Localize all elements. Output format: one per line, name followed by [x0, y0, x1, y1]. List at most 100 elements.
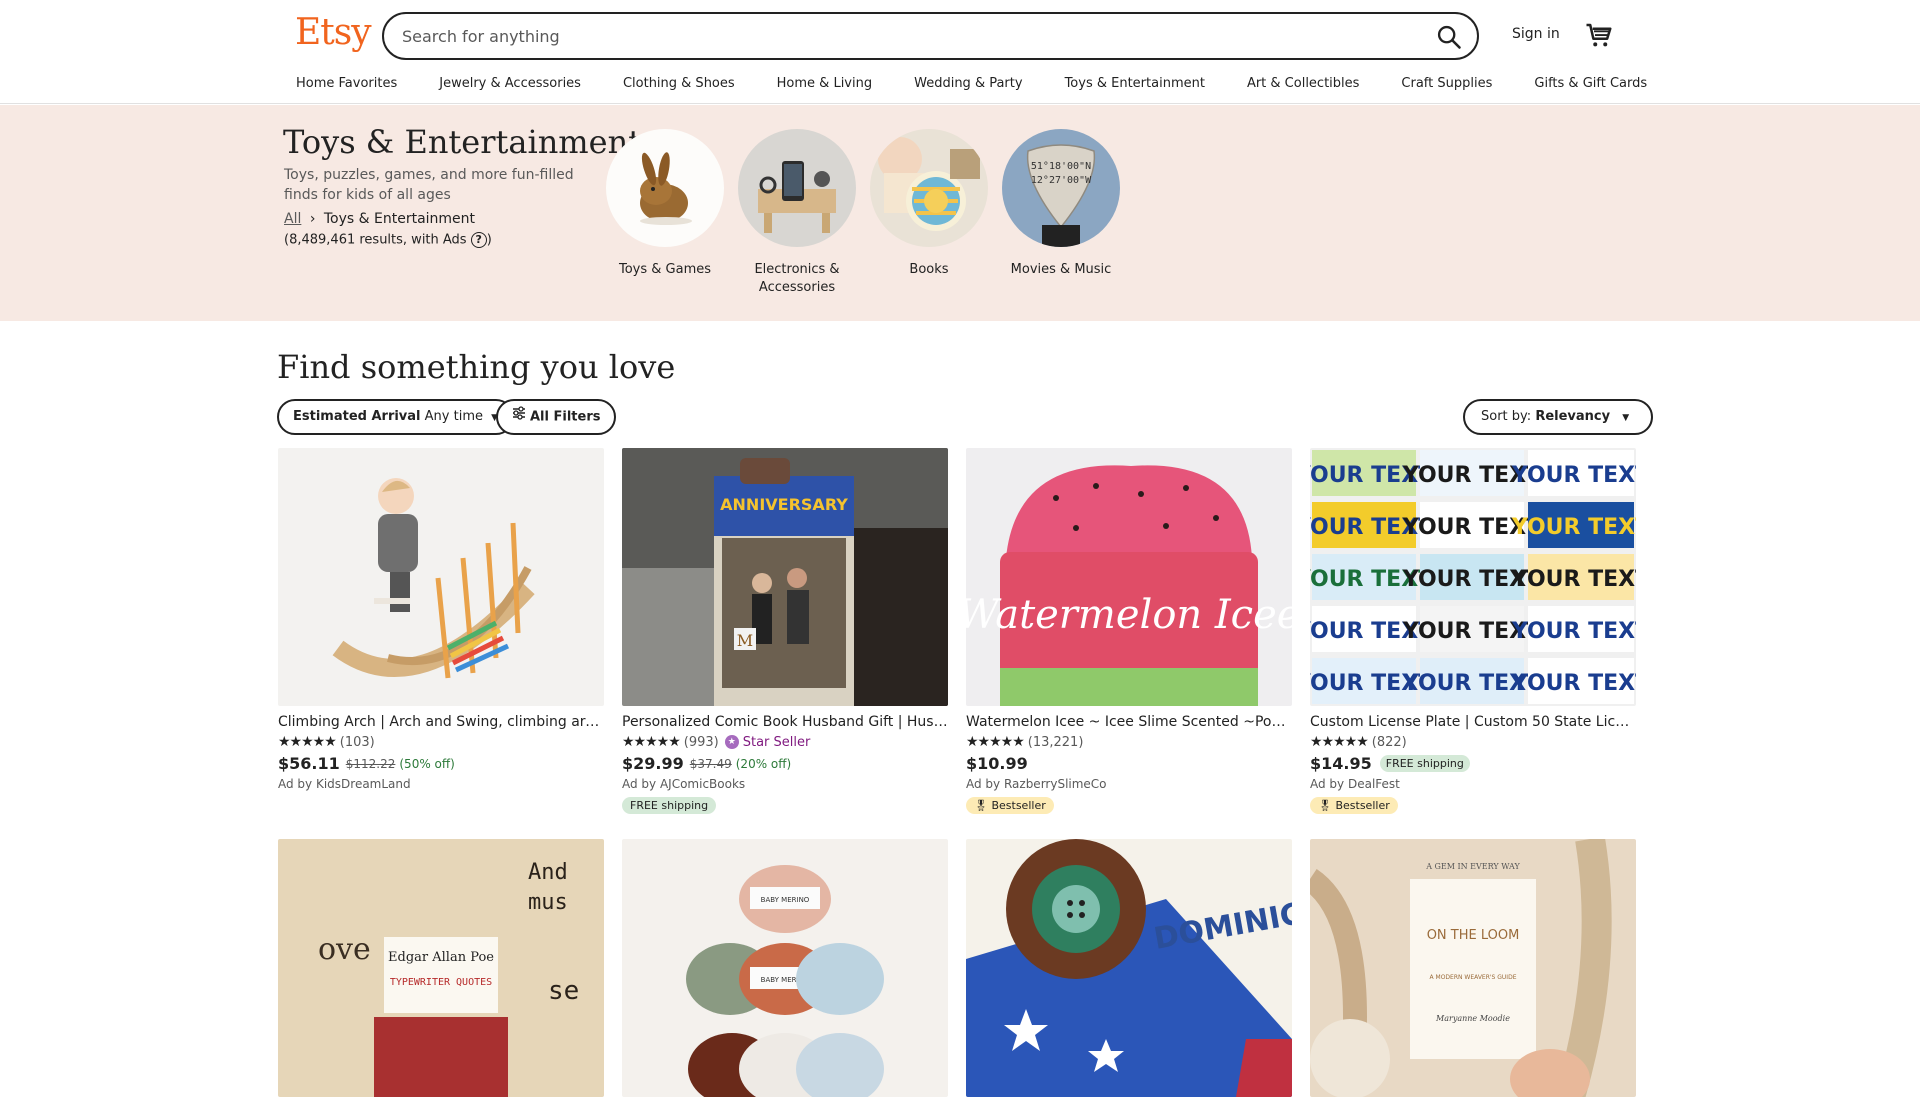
estimated-arrival-filter[interactable]: Estimated Arrival Any time ▼	[277, 399, 515, 435]
breadcrumb-all[interactable]: All	[284, 211, 301, 227]
search-icon[interactable]	[1435, 23, 1463, 51]
filter-value: Any time	[424, 409, 483, 424]
category-nav: Home Favorites Jewelry & Accessories Clo…	[296, 76, 1647, 91]
ad-by-shop[interactable]: Ad by KidsDreamLand	[278, 777, 604, 791]
site-header: Etsy Sign in Home Favorites Jewelry & Ac…	[0, 0, 1920, 104]
category-hero: Toys & Entertainment Toys, puzzles, game…	[0, 105, 1920, 321]
book-author: Maryanne Moodie	[1435, 1014, 1510, 1023]
price-row: $10.99	[966, 754, 1292, 773]
nav-jewelry[interactable]: Jewelry & Accessories	[439, 76, 581, 91]
review-count: (13,221)	[1027, 734, 1084, 750]
sort-label: Sort by:	[1481, 409, 1532, 424]
price-row: $14.95 FREE shipping	[1310, 754, 1636, 773]
name-patch-image: DOMINIC	[966, 839, 1292, 1097]
comic-book-image: ANNIVERSARY M	[622, 448, 948, 706]
all-filters-label: All Filters	[530, 409, 601, 425]
listing-title[interactable]: Personalized Comic Book Husband Gift | H…	[622, 714, 948, 730]
baby-book-image	[870, 129, 988, 247]
listing-price: $29.99	[622, 754, 684, 773]
svg-text:se: se	[548, 976, 579, 1006]
ad-by-shop[interactable]: Ad by RazberrySlimeCo	[966, 777, 1292, 791]
star-seller-icon: ★	[724, 735, 739, 749]
nav-wedding[interactable]: Wedding & Party	[914, 76, 1022, 91]
subcategory-list: Toys & Games Electronics & Accessories B…	[606, 129, 1134, 297]
etsy-logo[interactable]: Etsy	[295, 12, 372, 53]
listing-card[interactable]: ove And mus se Edgar Allan Poe TYPEWRITER QUO…	[278, 839, 604, 1097]
nav-toys[interactable]: Toys & Entertainment	[1065, 76, 1205, 91]
results-close: )	[486, 232, 492, 248]
listing-card[interactable]: ANNIVERSARY M Personalized Comic Book Hus…	[622, 448, 948, 814]
nav-gifts[interactable]: Gifts & Gift Cards	[1534, 76, 1647, 91]
subcategory-label: Movies & Music	[1010, 262, 1112, 277]
review-count: (993)	[683, 734, 719, 750]
weaving-book-image: A GEM IN EVERY WAY ON THE LOOM A MODERN WE…	[1310, 839, 1636, 1097]
listing-card[interactable]: YOUR TEXT YOUR TEXT YOUR TEXT YOUR TEXT …	[1310, 448, 1636, 814]
nav-home-favorites[interactable]: Home Favorites	[296, 76, 397, 91]
section-title: Find something you love	[277, 348, 676, 386]
book-subtitle: A MODERN WEAVER'S GUIDE	[1430, 974, 1517, 981]
sort-value: Relevancy	[1535, 409, 1611, 424]
nav-home-living[interactable]: Home & Living	[777, 76, 872, 91]
listing-title[interactable]: Custom License Plate | Custom 50 State L…	[1310, 714, 1636, 730]
chevron-right-icon: ›	[309, 211, 316, 227]
bestseller-label: Bestseller	[1335, 799, 1390, 812]
plate-text: YOUR TEXT	[1511, 567, 1636, 592]
all-filters-button[interactable]: All Filters	[496, 399, 617, 435]
cart-icon[interactable]	[1584, 20, 1614, 50]
ad-by-shop[interactable]: Ad by DealFest	[1310, 777, 1636, 791]
listing-card[interactable]: Watermelon Icee Watermelon Icee ~ Icee S…	[966, 448, 1292, 814]
svg-text:mus: mus	[528, 890, 568, 915]
bestseller-badge: 🎖 Bestseller	[1310, 797, 1398, 814]
listing-card[interactable]: BABY MERINO BABY MERINO	[622, 839, 948, 1097]
plate-text: YOUR TEXT	[1511, 463, 1636, 488]
subcategory-books[interactable]: Books	[870, 129, 988, 297]
sign-in-link[interactable]: Sign in	[1512, 26, 1560, 42]
plate-text: YOUR TEXT	[1511, 515, 1636, 540]
subcategory-electronics[interactable]: Electronics & Accessories	[738, 129, 856, 297]
original-price: $37.49	[689, 756, 732, 771]
license-plates-image: YOUR TEXT YOUR TEXT YOUR TEXT YOUR TEXT …	[1310, 448, 1636, 706]
listing-title[interactable]: Watermelon Icee ~ Icee Slime Scented ~Po…	[966, 714, 1292, 730]
star-rating-icon: ★★★★★	[966, 734, 1025, 750]
star-seller-label: Star Seller	[742, 734, 811, 750]
slime-label: Watermelon Icee	[966, 592, 1292, 638]
filter-label: Estimated Arrival	[293, 409, 421, 424]
caret-down-icon: ▼	[1622, 413, 1630, 423]
free-shipping-badge: FREE shipping	[1379, 755, 1470, 772]
nav-clothing[interactable]: Clothing & Shoes	[623, 76, 735, 91]
discount: (50% off)	[399, 756, 455, 771]
nav-art[interactable]: Art & Collectibles	[1247, 76, 1359, 91]
yarn-label: BABY MERINO	[761, 896, 810, 904]
search-input[interactable]	[402, 23, 1382, 49]
ribbon-icon: 🎖	[1318, 799, 1336, 812]
ribbon-icon: 🎖	[974, 799, 992, 812]
svg-text:M: M	[737, 631, 753, 650]
sort-dropdown[interactable]: Sort by: Relevancy ▼	[1463, 399, 1654, 435]
book-quote: A GEM IN EVERY WAY	[1425, 862, 1520, 871]
price-row: $56.11 $112.22 (50% off)	[278, 754, 604, 773]
listing-card[interactable]: DOMINIC	[966, 839, 1292, 1097]
ad-by-shop[interactable]: Ad by AJComicBooks	[622, 777, 948, 791]
toy-bunny-image	[606, 129, 724, 247]
plate-text: YOUR TEXT	[1511, 671, 1636, 696]
listing-card[interactable]: A GEM IN EVERY WAY ON THE LOOM A MODERN WE…	[1310, 839, 1636, 1097]
slime-jar-image: Watermelon Icee	[966, 448, 1292, 706]
price-row: $29.99 $37.49 (20% off)	[622, 754, 948, 773]
listing-card[interactable]: Climbing Arch | Arch and Swing, climbing…	[278, 448, 604, 791]
star-seller-badge: ★ Star Seller	[724, 734, 811, 750]
subcategory-toys-games[interactable]: Toys & Games	[606, 129, 724, 297]
star-rating-icon: ★★★★★	[1310, 734, 1369, 750]
climbing-arch-image	[278, 448, 604, 706]
breadcrumb-current: Toys & Entertainment	[323, 211, 476, 227]
bestseller-badge: 🎖 Bestseller	[966, 797, 1054, 814]
nav-craft[interactable]: Craft Supplies	[1401, 76, 1492, 91]
star-rating-icon: ★★★★★	[278, 734, 337, 750]
review-count: (822)	[1371, 734, 1407, 750]
help-icon[interactable]: ?	[470, 232, 487, 248]
listing-title[interactable]: Climbing Arch | Arch and Swing, climbing…	[278, 714, 604, 730]
discount: (20% off)	[735, 756, 792, 771]
subcategory-movies-music[interactable]: 51°18'00"N 12°27'00"W Movies & Music	[1002, 129, 1120, 297]
review-count: (103)	[339, 734, 375, 750]
page-title: Toys & Entertainment	[283, 123, 642, 161]
listing-rating: ★★★★★ (13,221)	[966, 734, 1292, 750]
